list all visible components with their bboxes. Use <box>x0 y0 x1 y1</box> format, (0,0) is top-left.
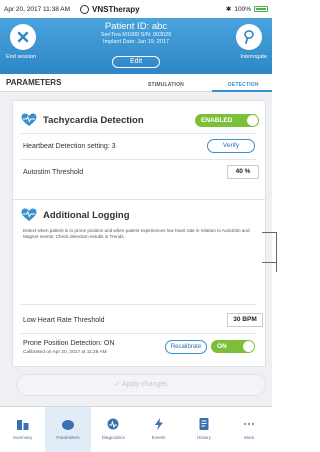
nav-history[interactable]: History <box>181 407 226 452</box>
interrogate-label: Interrogate <box>240 54 267 60</box>
tab-detection[interactable]: DETECTION <box>228 82 259 88</box>
tachycardia-title: Tachycardia Detection <box>43 115 144 126</box>
close-icon <box>17 31 29 43</box>
history-icon <box>199 418 209 430</box>
battery-icon <box>254 6 268 12</box>
autostim-threshold-field[interactable]: 40 % <box>227 165 259 179</box>
prone-toggle-label: ON <box>217 343 227 350</box>
heart-icon <box>21 208 37 221</box>
events-icon <box>154 418 163 430</box>
heart-icon <box>21 113 37 126</box>
prone-calibration-date: Calibrated on Apr 20, 2017 at 11:28 AM <box>23 350 107 355</box>
nav-label: Diagnostics <box>101 435 125 440</box>
heartbeat-setting-label: Heartbeat Detection setting: 3 <box>23 143 116 150</box>
interrogate-button[interactable] <box>236 24 262 50</box>
nav-events[interactable]: Events <box>136 407 181 452</box>
callout-line <box>262 232 276 233</box>
callout-line <box>276 232 277 272</box>
tachycardia-toggle-label: ENABLED <box>201 117 233 124</box>
patient-id: Patient ID: abc <box>104 21 168 32</box>
apply-changes-button[interactable]: ✓ Apply changes <box>16 374 266 396</box>
patient-info: Patient ID: abc SenTiva M1000 S/N: 00302… <box>60 21 212 46</box>
additional-logging-card: Additional Logging Detect when patient i… <box>12 199 266 367</box>
device-serial: SenTiva M1000 S/N: 003029 <box>100 32 172 38</box>
tachycardia-card: Tachycardia Detection ENABLED Heartbeat … <box>12 100 266 202</box>
nav-parameters[interactable]: Parameters <box>45 407 91 452</box>
more-icon <box>244 422 255 426</box>
additional-logging-title: Additional Logging <box>43 210 130 221</box>
patient-header: End session Patient ID: abc SenTiva M100… <box>0 18 272 74</box>
prone-position-label: Prone Position Detection: ON <box>23 340 115 347</box>
nav-diagnostics[interactable]: Diagnostics <box>91 407 136 452</box>
status-right: ✱ 100% <box>226 5 268 13</box>
end-session-label: End session <box>6 54 36 60</box>
end-session-button[interactable] <box>10 24 36 50</box>
nav-label: Parameters <box>56 435 80 440</box>
nav-label: More <box>244 435 255 440</box>
low-heart-rate-field[interactable]: 30 BPM <box>227 313 263 327</box>
verify-button[interactable]: Verify <box>207 139 255 153</box>
low-heart-rate-label: Low Heart Rate Threshold <box>23 317 105 324</box>
app-brand: VNSTherapy <box>80 4 140 14</box>
summary-icon <box>16 420 29 430</box>
app-name: VNSTherapy <box>92 4 140 14</box>
status-date-time: Apr 20, 2017 11:38 AM <box>4 5 71 13</box>
wand-icon <box>244 30 254 44</box>
toggle-knob <box>247 115 258 126</box>
tab-stimulation[interactable]: STIMULATION <box>148 82 184 88</box>
nav-summary[interactable]: Summary <box>0 407 45 452</box>
autostim-label: Autostim Threshold <box>23 169 84 176</box>
implant-date: Implant Date: Jan 19, 2017 <box>102 39 170 45</box>
edit-button[interactable]: Edit <box>112 56 160 68</box>
nav-more[interactable]: More <box>227 407 272 452</box>
bluetooth-icon: ✱ <box>225 6 232 13</box>
callout-line <box>262 262 276 263</box>
recalibrate-button[interactable]: Recalibrate <box>165 340 207 354</box>
logging-description: Detect when patient is in prone position… <box>23 228 250 239</box>
divider <box>21 333 257 334</box>
divider <box>21 159 257 160</box>
parameters-icon <box>61 420 74 430</box>
section-title: PARAMETERS <box>6 78 62 87</box>
divider <box>21 133 257 134</box>
status-bar: Apr 20, 2017 11:38 AM VNSTherapy ✱ 100% <box>0 0 272 18</box>
nav-label: Summary <box>13 435 33 440</box>
nav-label: Events <box>151 435 166 440</box>
battery-level: 100% <box>234 5 251 13</box>
prone-position-toggle[interactable]: ON <box>211 340 255 353</box>
parameters-tabbar: PARAMETERS STIMULATION DETECTION <box>0 74 272 92</box>
tachycardia-toggle[interactable]: ENABLED <box>195 114 259 127</box>
device-screen: Apr 20, 2017 11:38 AM VNSTherapy ✱ 100% … <box>0 0 272 452</box>
diagnostics-icon <box>107 418 119 430</box>
toggle-knob <box>243 341 254 352</box>
divider <box>21 304 257 305</box>
nav-label: History <box>196 435 211 440</box>
vns-logo-icon <box>80 4 90 14</box>
main-content: Tachycardia Detection ENABLED Heartbeat … <box>0 92 272 406</box>
bottom-navigation: Summary Parameters Diagnostics Events Hi… <box>0 406 272 452</box>
